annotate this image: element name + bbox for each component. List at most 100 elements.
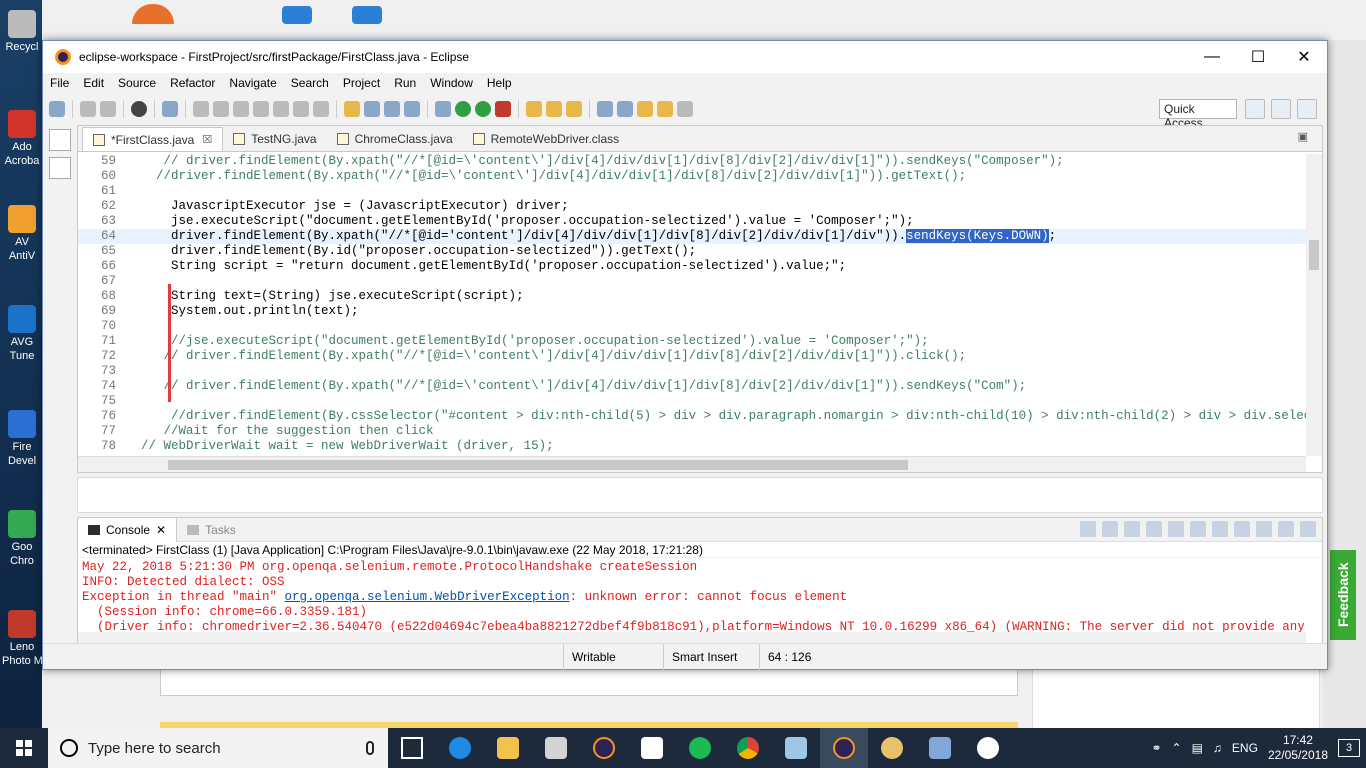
minimize-button[interactable]: — (1189, 41, 1235, 73)
code-area[interactable]: 59 // driver.findElement(By.xpath("//*[@… (78, 154, 1306, 456)
toggle-mark-icon[interactable] (404, 101, 420, 117)
show-on-error-icon[interactable] (1234, 521, 1250, 537)
code-line[interactable]: 74 // driver.findElement(By.xpath("//*[@… (78, 379, 1306, 394)
save-all-icon[interactable] (100, 101, 116, 117)
notes-icon[interactable] (772, 728, 820, 768)
run-icon[interactable] (455, 101, 471, 117)
code-line[interactable]: 68 String text=(String) jse.executeScrip… (78, 289, 1306, 304)
open-perspective-icon[interactable] (1245, 99, 1265, 119)
open-type-icon[interactable] (546, 101, 562, 117)
menu-help[interactable]: Help (480, 76, 519, 90)
coverage-icon[interactable] (475, 101, 491, 117)
debug-perspective-icon[interactable] (1297, 99, 1317, 119)
notifications-icon[interactable]: 3 (1338, 739, 1360, 757)
desktop-icon[interactable]: AVG Tune (2, 305, 42, 363)
debug-icon[interactable] (435, 101, 451, 117)
step-return-icon[interactable] (313, 101, 329, 117)
search-icon[interactable] (566, 101, 582, 117)
terminate-console-icon[interactable] (1080, 521, 1096, 537)
show-on-output-icon[interactable] (1212, 521, 1228, 537)
clear-console-icon[interactable] (1146, 521, 1162, 537)
remove-all-icon[interactable] (1124, 521, 1140, 537)
show-hidden-icons[interactable]: ⌃ (1172, 741, 1182, 755)
step-into-icon[interactable] (273, 101, 289, 117)
package-explorer-icon[interactable] (49, 157, 71, 179)
scroll-lock-icon[interactable] (1168, 521, 1184, 537)
eclipse-taskbar-icon[interactable] (580, 728, 628, 768)
code-line[interactable]: 77 //Wait for the suggestion then click (78, 424, 1306, 439)
code-line[interactable]: 73 (78, 364, 1306, 379)
code-line[interactable]: 66 String script = "return document.getE… (78, 259, 1306, 274)
word-wrap-icon[interactable] (1190, 521, 1206, 537)
network-icon[interactable]: ▤ (1192, 741, 1203, 755)
last-edit-icon[interactable] (637, 101, 653, 117)
show-whitespace-icon[interactable] (384, 101, 400, 117)
code-line[interactable]: 75 (78, 394, 1306, 409)
taskbar-search[interactable]: Type here to search (48, 728, 388, 768)
volume-icon[interactable]: ♫ (1213, 741, 1222, 755)
menu-window[interactable]: Window (423, 76, 480, 90)
menu-edit[interactable]: Edit (76, 76, 111, 90)
menu-source[interactable]: Source (111, 76, 163, 90)
terminate-icon[interactable] (233, 101, 249, 117)
tab-chromeclass-java[interactable]: ChromeClass.java (327, 127, 463, 151)
desktop-icon[interactable]: Recycl (2, 10, 42, 54)
close-button[interactable]: ✕ (1281, 41, 1327, 73)
java-perspective-icon[interactable] (1271, 99, 1291, 119)
editor-minmax-icon[interactable]: ▣ (1298, 130, 1308, 143)
spotify-icon[interactable] (676, 728, 724, 768)
remove-launch-icon[interactable] (1102, 521, 1118, 537)
code-line[interactable]: 65 driver.findElement(By.id("proposer.oc… (78, 244, 1306, 259)
editor-vertical-scrollbar[interactable] (1306, 154, 1322, 456)
task-view-icon[interactable] (388, 728, 436, 768)
code-line[interactable]: 69 System.out.println(text); (78, 304, 1306, 319)
next-annotation-icon[interactable] (597, 101, 613, 117)
editor-horizontal-scrollbar[interactable] (78, 456, 1306, 472)
console-output[interactable]: May 22, 2018 5:21:30 PM org.openqa.selen… (78, 560, 1306, 632)
pin-console-icon[interactable] (1256, 521, 1272, 537)
clock[interactable]: 17:42 22/05/2018 (1268, 733, 1328, 763)
chrome-icon[interactable] (724, 728, 772, 768)
code-line[interactable]: 64 driver.findElement(By.xpath("//*[@id=… (78, 229, 1306, 244)
desktop-icon[interactable]: Ado Acroba (2, 110, 42, 168)
settings-icon[interactable] (964, 728, 1012, 768)
language-indicator[interactable]: ENG (1232, 741, 1258, 755)
record-icon[interactable] (131, 101, 147, 117)
store-icon[interactable] (532, 728, 580, 768)
tab-close-icon[interactable]: ☒ (202, 133, 212, 146)
save-icon[interactable] (80, 101, 96, 117)
desktop-icon[interactable]: AV AntiV (2, 205, 42, 263)
disconnect-icon[interactable] (253, 101, 269, 117)
suspend-icon[interactable] (213, 101, 229, 117)
menu-run[interactable]: Run (387, 76, 423, 90)
new-java-project-icon[interactable] (526, 101, 542, 117)
menu-navigate[interactable]: Navigate (222, 76, 283, 90)
exception-link[interactable]: org.openqa.selenium.WebDriverException (285, 590, 570, 604)
tab-console[interactable]: Console ✕ (78, 517, 178, 542)
menu-file[interactable]: File (43, 76, 76, 90)
code-line[interactable]: 61 (78, 184, 1306, 199)
photos-icon[interactable] (916, 728, 964, 768)
back-icon[interactable] (657, 101, 673, 117)
code-line[interactable]: 76 //driver.findElement(By.cssSelector("… (78, 409, 1306, 424)
mail-icon[interactable] (628, 728, 676, 768)
title-bar[interactable]: eclipse-workspace - FirstProject/src/fir… (43, 41, 1327, 73)
maximize-button[interactable]: ☐ (1235, 41, 1281, 73)
start-button[interactable] (0, 728, 48, 768)
restore-view-icon[interactable] (49, 129, 71, 151)
toggle-block-icon[interactable] (364, 101, 380, 117)
code-line[interactable]: 60 //driver.findElement(By.xpath("//*[@i… (78, 169, 1306, 184)
code-line[interactable]: 62 JavascriptExecutor jse = (JavascriptE… (78, 199, 1306, 214)
forward-icon[interactable] (677, 101, 693, 117)
desktop-icon[interactable]: Fire Devel (2, 410, 42, 468)
menu-search[interactable]: Search (284, 76, 336, 90)
code-line[interactable]: 67 (78, 274, 1306, 289)
tab-testng-java[interactable]: TestNG.java (223, 127, 326, 151)
code-line[interactable]: 70 (78, 319, 1306, 334)
menu-project[interactable]: Project (336, 76, 387, 90)
previous-annotation-icon[interactable] (617, 101, 633, 117)
file-explorer-icon[interactable] (484, 728, 532, 768)
code-line[interactable]: 72 // driver.findElement(By.xpath("//*[@… (78, 349, 1306, 364)
quick-access-field[interactable]: Quick Access (1159, 99, 1237, 130)
tab--firstclass-java[interactable]: *FirstClass.java ☒ (82, 127, 224, 151)
